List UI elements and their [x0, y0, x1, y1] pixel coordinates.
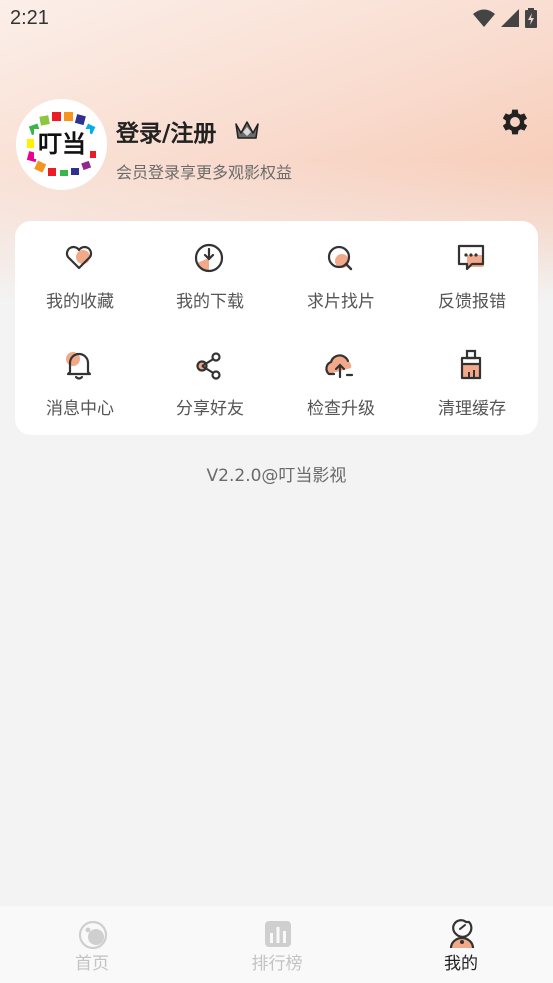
heart-icon [65, 245, 93, 270]
grid-item-downloads[interactable]: 我的下载 [145, 221, 275, 312]
grid-item-clear-cache[interactable]: 清理缓存 [407, 328, 537, 419]
login-register-link[interactable]: 登录/注册 [116, 114, 216, 148]
status-time: 2:21 [10, 7, 49, 29]
bottom-tab-bar: 首页 排行榜 我的 [0, 906, 553, 983]
grid-label: 清理缓存 [438, 399, 506, 419]
bell-icon [66, 352, 92, 380]
grid-item-check-update[interactable]: 检查升级 [276, 328, 406, 419]
tab-home[interactable]: 首页 [27, 906, 157, 983]
grid-item-feedback[interactable]: 反馈报错 [407, 221, 537, 312]
status-bar: 2:21 [0, 0, 553, 36]
search-icon [327, 245, 353, 271]
avatar[interactable]: 叮当 [16, 99, 107, 190]
wifi-icon [473, 9, 495, 27]
tab-ranking[interactable]: 排行榜 [212, 906, 342, 983]
feedback-icon [457, 244, 485, 271]
download-icon [194, 243, 224, 273]
grid-label: 求片找片 [307, 292, 375, 312]
grid-label: 消息中心 [46, 399, 114, 419]
tab-label: 首页 [75, 954, 109, 974]
user-icon [449, 919, 475, 949]
status-icons [473, 8, 537, 28]
home-icon [78, 920, 108, 950]
tab-label: 我的 [444, 954, 478, 974]
broom-icon [460, 349, 482, 380]
login-subtitle: 会员登录享更多观影权益 [116, 163, 293, 182]
feature-grid: 我的收藏 我的下载 求片找片 反馈报错 消息中心 分享好友 检查升级 清理缓存 [15, 221, 538, 435]
grid-label: 我的下载 [176, 292, 244, 312]
grid-item-request-movie[interactable]: 求片找片 [276, 221, 406, 312]
bar-chart-icon [265, 921, 291, 947]
tab-mine[interactable]: 我的 [396, 906, 526, 983]
grid-label: 分享好友 [176, 399, 244, 419]
grid-label: 我的收藏 [46, 292, 114, 312]
cellular-signal-icon [501, 9, 519, 27]
profile-header[interactable]: 叮当 登录/注册 会员登录享更多观影权益 [16, 99, 536, 191]
share-icon [196, 352, 221, 380]
battery-icon [525, 8, 537, 28]
settings-gear-icon[interactable] [498, 105, 532, 139]
grid-item-favorites[interactable]: 我的收藏 [15, 221, 145, 312]
logo-text: 叮当 [34, 129, 90, 159]
grid-label: 反馈报错 [438, 292, 506, 312]
grid-item-share[interactable]: 分享好友 [145, 328, 275, 419]
vip-crown-icon [235, 121, 259, 139]
cloud-upload-icon [325, 354, 354, 379]
version-text: V2.2.0@叮当影视 [206, 466, 347, 486]
tab-label: 排行榜 [251, 954, 303, 974]
grid-label: 检查升级 [307, 399, 375, 419]
grid-item-messages[interactable]: 消息中心 [15, 328, 145, 419]
